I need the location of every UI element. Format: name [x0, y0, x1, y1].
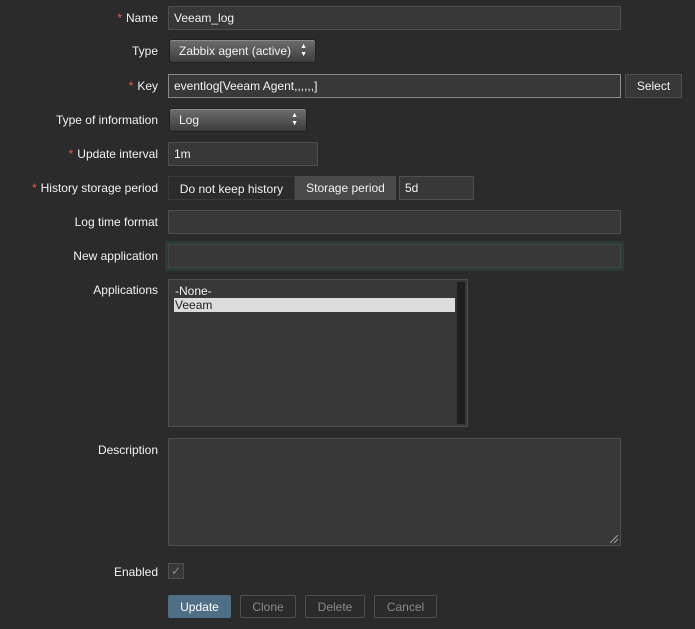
description-textarea[interactable]	[168, 438, 621, 546]
history-storage-label-text: History storage period	[40, 181, 158, 195]
updown-arrows-icon: ▲ ▼	[291, 112, 298, 127]
type-of-information-value: Log	[179, 113, 200, 127]
cancel-button[interactable]: Cancel	[374, 595, 437, 618]
item-form: *Name Type Zabbix agent (active) ▲▼ *Key…	[0, 0, 695, 629]
update-button[interactable]: Update	[168, 595, 231, 618]
history-storage-label: * History storage period	[32, 181, 158, 195]
name-label-text: Name	[125, 11, 158, 25]
required-marker: *	[128, 79, 134, 93]
new-application-input[interactable]	[168, 244, 621, 268]
storage-period-input[interactable]	[399, 176, 474, 200]
key-label: * Key	[129, 79, 158, 93]
applications-label: Applications	[93, 283, 158, 297]
resize-grip-icon[interactable]	[610, 535, 618, 543]
storage-period-option[interactable]: Storage period	[295, 176, 396, 200]
delete-button[interactable]: Delete	[305, 595, 365, 618]
update-interval-label: * Update interval	[69, 147, 158, 161]
required-marker: *	[31, 181, 37, 195]
key-select-button[interactable]: Select	[625, 74, 682, 98]
enabled-label: Enabled	[113, 565, 158, 579]
listbox-scrollbar[interactable]	[457, 282, 465, 424]
application-option-veeam[interactable]: Veeam	[174, 298, 455, 312]
new-application-label: New application	[73, 249, 158, 263]
type-select[interactable]: Zabbix agent (active) ▲ ▼	[169, 39, 316, 63]
applications-listbox[interactable]: -None- Veeam	[168, 279, 468, 427]
type-select-value: Zabbix agent (active)	[179, 44, 292, 58]
required-marker: *	[117, 11, 122, 25]
update-interval-label-text: Update interval	[77, 147, 158, 161]
name-input[interactable]	[168, 6, 621, 30]
key-input[interactable]	[168, 74, 621, 98]
application-option-none[interactable]: -None-	[174, 284, 455, 298]
description-label: Description	[97, 443, 158, 457]
key-label-text: Key	[137, 79, 158, 93]
type-label: Type	[131, 44, 158, 58]
checkmark-icon: ✓	[170, 564, 182, 578]
type-of-information-label: Type of information	[55, 113, 158, 127]
name-label: * Name	[117, 11, 158, 25]
type-of-information-select[interactable]: Log ▲ ▼	[169, 108, 307, 132]
update-interval-input[interactable]	[168, 142, 318, 166]
enabled-checkbox[interactable]: ✓	[168, 563, 184, 579]
updown-arrows-icon: ▲ ▼	[300, 43, 307, 58]
required-marker: *	[68, 147, 74, 161]
do-not-keep-history-option[interactable]: Do not keep history	[168, 176, 295, 200]
clone-button[interactable]: Clone	[240, 595, 296, 618]
log-time-format-input[interactable]	[168, 210, 621, 234]
log-time-format-label: Log time format	[74, 215, 158, 229]
